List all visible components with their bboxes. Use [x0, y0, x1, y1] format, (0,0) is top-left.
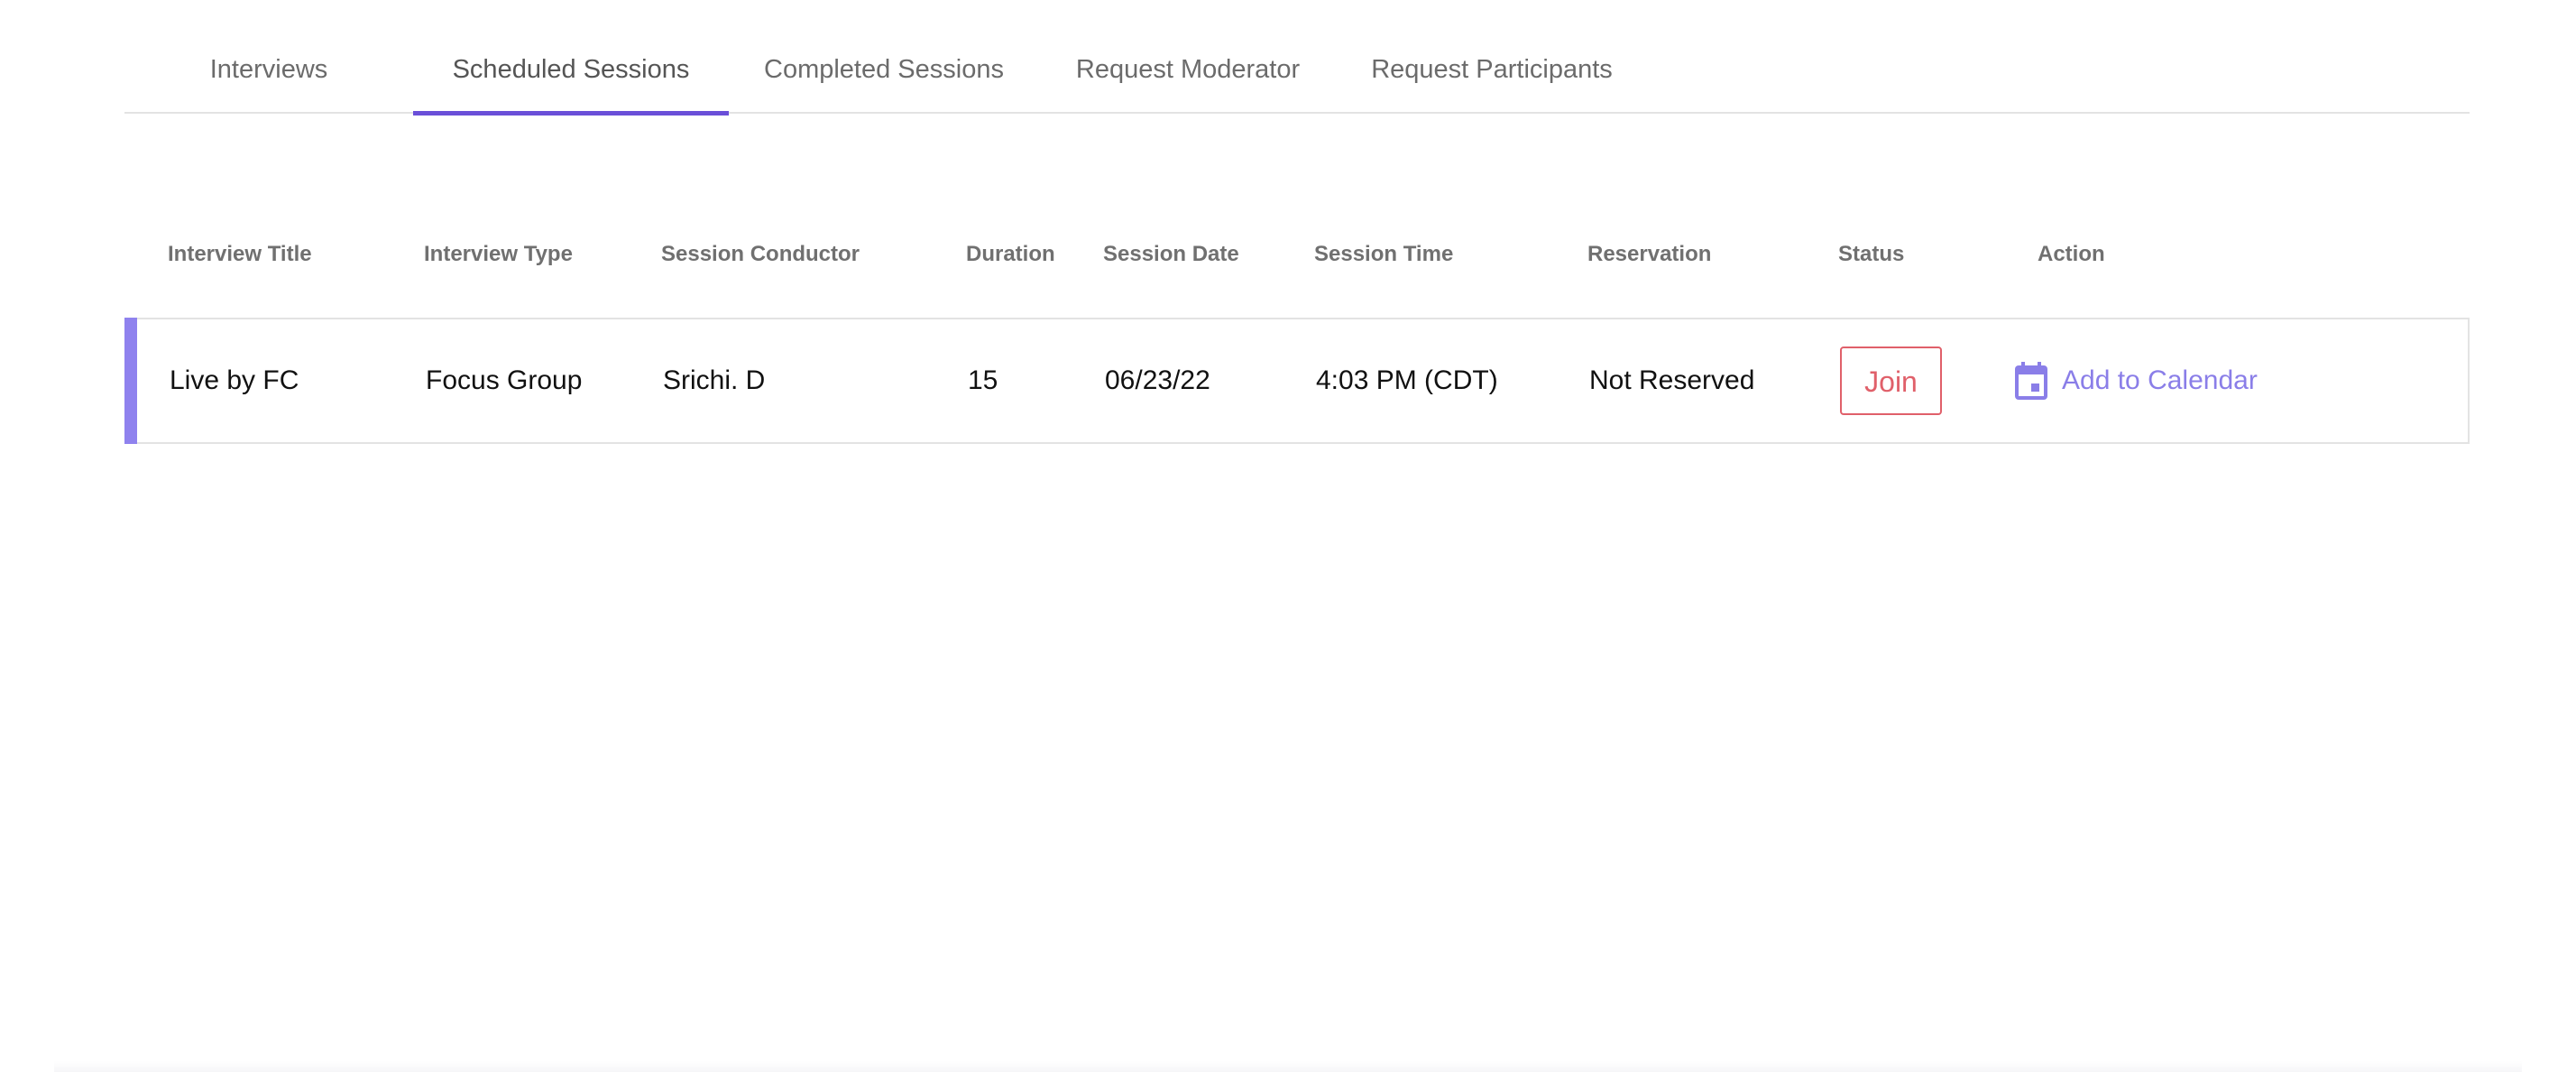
cell-interview-type: Focus Group [426, 365, 583, 395]
page-bottom-edge [54, 1061, 2522, 1072]
add-to-calendar-link[interactable]: Add to Calendar [2013, 359, 2258, 402]
header-session-time: Session Time [1314, 242, 1454, 266]
header-status: Status [1838, 242, 1905, 266]
cell-duration: 15 [968, 365, 998, 395]
tab-request-participants[interactable]: Request Participants [1337, 27, 1647, 114]
join-button[interactable]: Join [1840, 347, 1942, 415]
cell-interview-title: Live by FC [170, 365, 299, 395]
row-marker [124, 318, 137, 444]
header-session-conductor: Session Conductor [661, 242, 860, 266]
table-row: Live by FC Focus Group Srichi. D 15 06/2… [124, 318, 2470, 444]
session-tabs: Interviews Scheduled Sessions Completed … [124, 27, 2470, 116]
cell-session-conductor: Srichi. D [663, 365, 766, 395]
cell-session-time: 4:03 PM (CDT) [1316, 365, 1498, 395]
header-action: Action [2038, 242, 2105, 266]
tab-scheduled-sessions[interactable]: Scheduled Sessions [413, 27, 729, 116]
tab-interviews[interactable]: Interviews [124, 27, 413, 114]
tab-completed-sessions[interactable]: Completed Sessions [729, 27, 1039, 114]
add-to-calendar-label: Add to Calendar [2062, 365, 2258, 395]
header-interview-type: Interview Type [424, 242, 573, 266]
cell-session-date: 06/23/22 [1105, 365, 1210, 395]
header-interview-title: Interview Title [168, 242, 312, 266]
header-reservation: Reservation [1587, 242, 1712, 266]
cell-reservation: Not Reserved [1589, 365, 1755, 395]
calendar-icon [2013, 361, 2049, 401]
tab-request-moderator[interactable]: Request Moderator [1039, 27, 1337, 114]
header-duration: Duration [966, 242, 1055, 266]
table-header: Interview Title Interview Type Session C… [0, 236, 2576, 273]
header-session-date: Session Date [1103, 242, 1239, 266]
